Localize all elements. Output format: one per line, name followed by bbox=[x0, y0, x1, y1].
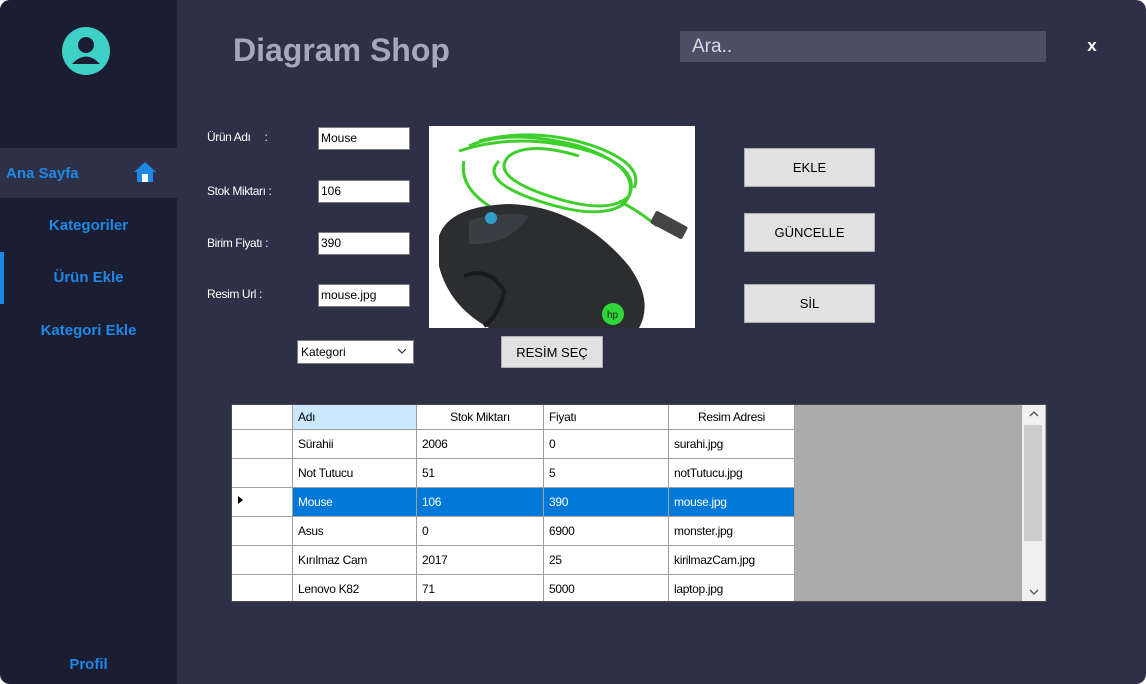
cell-image-url[interactable]: monster.jpg bbox=[668, 516, 795, 546]
column-header-price[interactable]: Fiyatı bbox=[543, 405, 669, 430]
cell-stock[interactable]: 2017 bbox=[416, 545, 544, 575]
product-name-field[interactable]: Mouse bbox=[318, 127, 410, 150]
table-row[interactable]: Lenovo K82 71 5000 laptop.jpg bbox=[232, 574, 795, 601]
search-input[interactable]: Ara.. bbox=[680, 31, 1046, 62]
cell-name[interactable]: Kırılmaz Cam bbox=[292, 545, 417, 575]
scroll-thumb[interactable] bbox=[1024, 425, 1042, 541]
sidebar-item-kategoriler[interactable]: Kategoriler bbox=[0, 200, 177, 250]
cell-stock[interactable]: 0 bbox=[416, 516, 544, 546]
chevron-down-icon bbox=[1029, 589, 1038, 595]
scroll-down-button[interactable] bbox=[1022, 583, 1045, 601]
update-button[interactable]: GÜNCELLE bbox=[744, 213, 875, 252]
current-row-arrow-icon bbox=[238, 496, 243, 504]
sidebar-item-kategori-ekle[interactable]: Kategori Ekle bbox=[0, 305, 177, 355]
scroll-up-button[interactable] bbox=[1022, 405, 1045, 423]
cell-price[interactable]: 6900 bbox=[543, 516, 669, 546]
row-header[interactable] bbox=[232, 574, 293, 601]
cell-price[interactable]: 5000 bbox=[543, 574, 669, 601]
sidebar-item-label: Kategori Ekle bbox=[40, 321, 137, 339]
cell-name[interactable]: Asus bbox=[292, 516, 417, 546]
price-label: Birim Fiyatı : bbox=[207, 236, 269, 250]
table-vertical-scrollbar[interactable] bbox=[1022, 405, 1045, 601]
cell-name[interactable]: Not Tutucu bbox=[292, 458, 417, 488]
stock-label: Stok Miktarı : bbox=[207, 184, 272, 198]
category-select[interactable]: Kategori bbox=[297, 340, 414, 364]
sidebar: Ana Sayfa Kategoriler Ürün Ekle Kategori… bbox=[0, 0, 177, 684]
image-url-field[interactable]: mouse.jpg bbox=[318, 284, 410, 307]
home-icon bbox=[134, 162, 156, 182]
row-header[interactable] bbox=[232, 545, 293, 575]
sidebar-item-urun-ekle[interactable]: Ürün Ekle bbox=[0, 252, 177, 302]
table-row[interactable]: Not Tutucu 51 5 notTutucu.jpg bbox=[232, 458, 795, 488]
row-header[interactable] bbox=[232, 487, 293, 517]
stock-field[interactable]: 106 bbox=[318, 180, 410, 203]
cell-price[interactable]: 25 bbox=[543, 545, 669, 575]
cell-name[interactable]: Mouse bbox=[292, 487, 417, 517]
column-header-stock[interactable]: Stok Miktarı bbox=[416, 405, 544, 430]
row-header[interactable] bbox=[232, 429, 293, 459]
cell-stock[interactable]: 106 bbox=[416, 487, 544, 517]
column-header-image-url[interactable]: Resim Adresi bbox=[668, 405, 795, 430]
price-field[interactable]: 390 bbox=[318, 232, 410, 255]
choose-image-button[interactable]: RESİM SEÇ bbox=[501, 336, 603, 368]
svg-text:hp: hp bbox=[607, 310, 619, 321]
cell-image-url[interactable]: laptop.jpg bbox=[668, 574, 795, 601]
sidebar-item-label: Ana Sayfa bbox=[6, 164, 79, 182]
cell-image-url[interactable]: notTutucu.jpg bbox=[668, 458, 795, 488]
table-row[interactable]: Sürahii 2006 0 surahi.jpg bbox=[232, 429, 795, 459]
cell-stock[interactable]: 51 bbox=[416, 458, 544, 488]
table-header-row: Adı Stok Miktarı Fiyatı Resim Adresi bbox=[232, 405, 795, 430]
category-selected-value: Kategori bbox=[301, 345, 346, 359]
app-title: Diagram Shop bbox=[233, 32, 450, 68]
column-header-name[interactable]: Adı bbox=[292, 405, 417, 430]
cell-name[interactable]: Lenovo K82 bbox=[292, 574, 417, 601]
add-button[interactable]: EKLE bbox=[744, 148, 875, 187]
sidebar-item-label: Kategoriler bbox=[48, 216, 129, 234]
sidebar-item-ana-sayfa[interactable]: Ana Sayfa bbox=[0, 148, 177, 198]
profile-link[interactable]: Profil bbox=[0, 650, 177, 678]
delete-button[interactable]: SİL bbox=[744, 284, 875, 323]
cell-name[interactable]: Sürahii bbox=[292, 429, 417, 459]
cell-price[interactable]: 0 bbox=[543, 429, 669, 459]
user-avatar-icon[interactable] bbox=[62, 27, 110, 75]
product-table[interactable]: Adı Stok Miktarı Fiyatı Resim Adresi Sür… bbox=[231, 404, 1047, 602]
cell-stock[interactable]: 71 bbox=[416, 574, 544, 601]
cell-image-url[interactable]: mouse.jpg bbox=[668, 487, 795, 517]
cell-image-url[interactable]: kirilmazCam.jpg bbox=[668, 545, 795, 575]
product-name-label: Ürün Adı: bbox=[207, 130, 268, 144]
table-row[interactable]: Kırılmaz Cam 2017 25 kirilmazCam.jpg bbox=[232, 545, 795, 575]
cell-price[interactable]: 390 bbox=[543, 487, 669, 517]
table-row-selected[interactable]: Mouse 106 390 mouse.jpg bbox=[232, 487, 795, 517]
table-row[interactable]: Asus 0 6900 monster.jpg bbox=[232, 516, 795, 546]
chevron-up-icon bbox=[1029, 411, 1038, 417]
row-header[interactable] bbox=[232, 516, 293, 546]
close-button[interactable]: x bbox=[1082, 35, 1102, 57]
cell-stock[interactable]: 2006 bbox=[416, 429, 544, 459]
sidebar-item-label: Ürün Ekle bbox=[53, 268, 124, 286]
row-header-corner bbox=[232, 405, 293, 430]
app-window: Ana Sayfa Kategoriler Ürün Ekle Kategori… bbox=[0, 0, 1146, 684]
product-image: hp bbox=[429, 126, 695, 328]
cell-price[interactable]: 5 bbox=[543, 458, 669, 488]
cell-image-url[interactable]: surahi.jpg bbox=[668, 429, 795, 459]
chevron-down-icon bbox=[397, 348, 407, 354]
row-header[interactable] bbox=[232, 458, 293, 488]
image-url-label: Resim Url : bbox=[207, 287, 262, 301]
